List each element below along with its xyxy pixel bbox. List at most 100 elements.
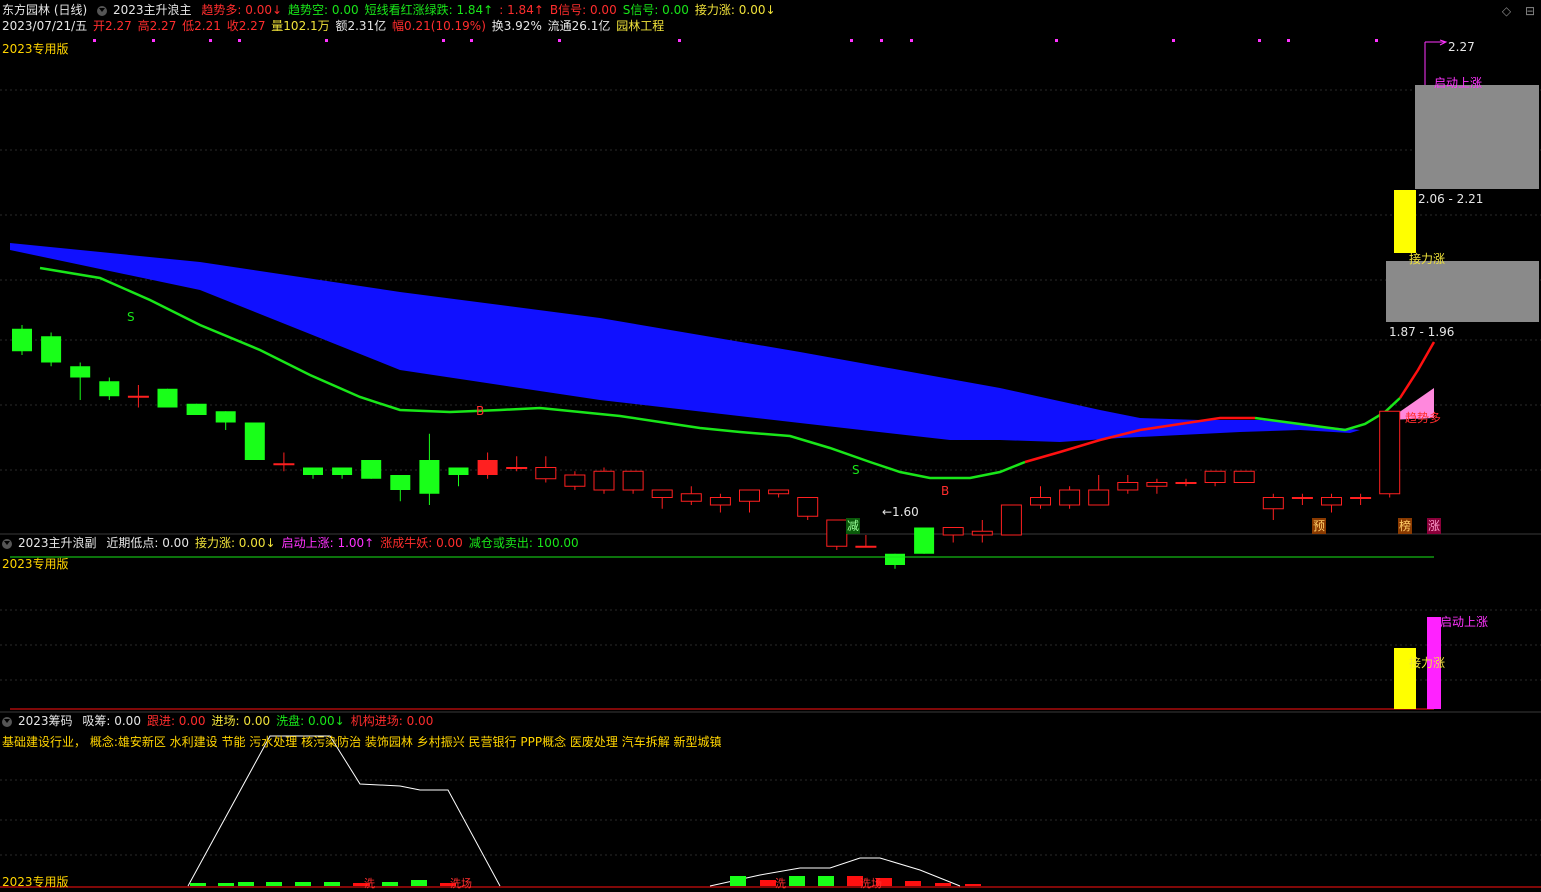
candle-body [1321, 497, 1342, 506]
chip-item-4: 机构进场: 0.00 [350, 714, 434, 728]
chip-mark-1: 洗 [364, 877, 375, 890]
sub-jieli-label: 接力涨 [1409, 656, 1446, 670]
candle-body [477, 460, 498, 475]
chip-bar [266, 882, 282, 886]
chip-items: 吸筹: 0.00 跟进: 0.00 进场: 0.00 洗盘: 0.00↓ 机构进场: 0… [82, 714, 439, 728]
sub-item-3: 涨成牛妖: 0.00 [380, 536, 463, 550]
s-signal-2: S [852, 463, 860, 477]
chip-bar [238, 882, 254, 886]
chip-mark-3: 洗 [775, 877, 786, 890]
chip-bar [818, 876, 834, 886]
candle-body [70, 366, 91, 378]
quote-industry: 园林工程 [616, 19, 665, 33]
sub-items: 近期低点: 0.00 接力涨: 0.00↓ 启动上涨: 1.00↑ 涨成牛妖: 0.0… [106, 536, 584, 550]
b-signal-2: B [941, 484, 950, 498]
candle-body [244, 422, 265, 460]
chip-item-2: 进场: 0.00 [211, 714, 271, 728]
quote-close: 收2.27 [226, 19, 266, 33]
quote-amount: 额2.31亿 [335, 19, 387, 33]
candle-body [593, 470, 615, 491]
candle-body [564, 474, 586, 487]
candle-body [99, 381, 120, 397]
maximize-icon[interactable]: ⊟ [1525, 4, 1535, 18]
window-controls: ◇ ⊟ [1492, 4, 1535, 18]
b-signal-1: B [476, 404, 485, 418]
zhang-marker: 涨 [1427, 518, 1442, 534]
chip-white-line-2 [709, 857, 961, 887]
chip-bar [789, 876, 805, 886]
candle-body [186, 403, 207, 415]
chip-bar [295, 882, 311, 886]
yu-marker: 预 [1312, 518, 1327, 534]
quote-float: 流通26.1亿 [547, 19, 611, 33]
candle-body [855, 545, 877, 548]
candle-body [41, 336, 62, 363]
diamond-icon[interactable]: ◇ [1502, 4, 1511, 18]
sub-item-0: 近期低点: 0.00 [106, 536, 189, 550]
chip-bar [935, 883, 951, 886]
chip-edition-label: 2023专用版 [2, 875, 69, 889]
candle-body [303, 467, 323, 475]
candle-body [797, 497, 819, 517]
signal-dots [93, 39, 1378, 42]
candle-body [273, 463, 295, 466]
candle-body [1233, 470, 1255, 483]
concepts-line: 基础建设行业， 概念:雄安新区 水利建设 节能 污水处理 核污染防治 装饰园林 … [2, 735, 722, 749]
chart-canvas [0, 39, 1541, 888]
quote-change: 幅0.21(10.19%) [392, 19, 486, 33]
sub-title[interactable]: 2023主升浪副 [18, 536, 97, 550]
candle-body [448, 467, 469, 475]
candle-body [535, 467, 557, 480]
header-item-3: : 1.84↑ [499, 3, 544, 17]
candle-body [1175, 482, 1197, 484]
candle-body [127, 395, 149, 398]
header-item-4: B信号: 0.00 [549, 3, 617, 17]
candle-body [768, 489, 790, 495]
header-item-6: 接力涨: 0.00↓ [694, 3, 776, 17]
candle-body [826, 519, 848, 547]
candle-body [12, 328, 32, 352]
candle-body [1146, 482, 1168, 487]
dropdown-icon[interactable] [2, 716, 12, 727]
header-item-5: S信号: 0.00 [622, 3, 689, 17]
candle-body [1291, 497, 1313, 499]
candle-body [361, 460, 382, 479]
ma-red-line-2 [1398, 341, 1436, 399]
low-price-label: ←1.60 [882, 505, 919, 519]
candle-body [390, 475, 411, 490]
sub-item-4: 减仓或卖出: 100.00 [468, 536, 579, 550]
s-signal-1: S [127, 310, 135, 324]
candle-body [1000, 504, 1022, 536]
target-box-mid [1386, 261, 1539, 322]
jian-marker: 减 [846, 518, 861, 534]
candle-body [157, 388, 178, 408]
chip-bar [324, 882, 340, 886]
range1-label: 2.06 - 2.21 [1418, 192, 1484, 206]
candle-body [651, 489, 673, 498]
quote-open: 开2.27 [93, 19, 132, 33]
chip-item-1: 跟进: 0.00 [146, 714, 206, 728]
quote-volume: 量102.1万 [271, 19, 330, 33]
target-box-top [1415, 85, 1539, 189]
candle-body [1379, 410, 1401, 495]
header-item-2: 短线看红涨绿跌: 1.84↑ [364, 3, 494, 17]
dropdown-icon[interactable] [2, 538, 12, 549]
candle-body [1350, 497, 1372, 499]
candle-body [506, 467, 528, 469]
candle-body [419, 460, 440, 494]
chip-title[interactable]: 2023筹码 [18, 714, 73, 728]
qidong-label: 启动上涨 [1434, 76, 1483, 90]
jieli-bar [1394, 190, 1416, 253]
chip-bar [730, 876, 746, 886]
chip-mark-2: 洗场 [450, 877, 472, 890]
chip-mark-4: 洗场 [860, 877, 882, 890]
chip-header: 2023筹码 吸筹: 0.00 跟进: 0.00 进场: 0.00 洗盘: 0.00↓… [2, 713, 445, 729]
trend-label: 趋势多 [1405, 411, 1442, 425]
candle-body [885, 553, 905, 565]
candle-body [739, 489, 760, 502]
indicator-name[interactable]: 2023主升浪主 [113, 3, 192, 17]
dropdown-icon[interactable] [97, 5, 108, 16]
candle-body [1088, 489, 1110, 506]
quote-high: 高2.27 [137, 19, 177, 33]
candle-body [215, 411, 236, 423]
